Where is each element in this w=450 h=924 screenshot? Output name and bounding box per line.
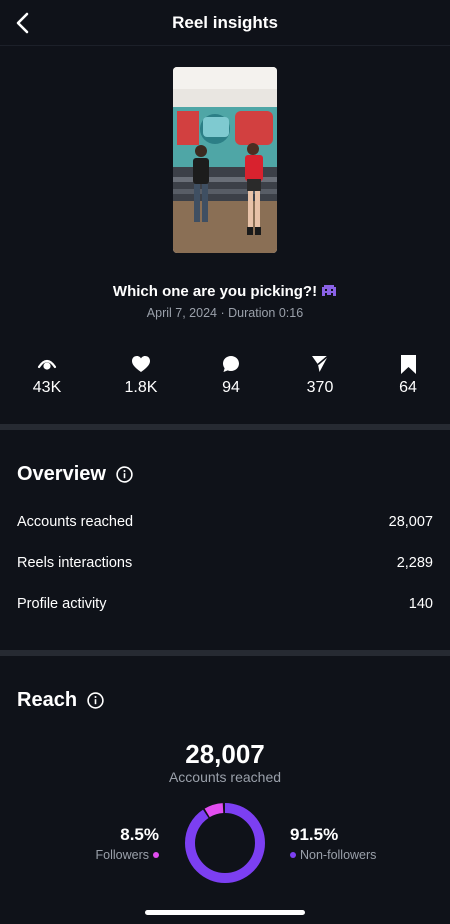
section-divider xyxy=(0,424,450,430)
reel-thumbnail[interactable] xyxy=(173,67,277,253)
non-followers-percent: 91.5% xyxy=(290,825,339,844)
stat-likes-value: 1.8K xyxy=(124,379,158,396)
followers-stat: 8.5% Followers xyxy=(95,825,159,862)
donut-segment-non-followers xyxy=(185,803,265,883)
non-followers-dot xyxy=(290,852,296,858)
stat-views-value: 43K xyxy=(32,379,62,396)
row-value: 28,007 xyxy=(388,514,433,530)
reel-insights-screen: Reel insights Which one are you picking?… xyxy=(0,0,450,924)
followers-legend: Followers xyxy=(95,848,159,862)
reach-title: Reach xyxy=(17,689,78,711)
row-value: 140 xyxy=(408,596,433,612)
section-divider xyxy=(0,650,450,656)
overview-heading: Overview xyxy=(17,463,133,486)
reach-total-label: Accounts reached xyxy=(168,769,282,785)
row-value: 2,289 xyxy=(396,555,433,571)
info-icon[interactable] xyxy=(116,466,133,483)
reel-caption: Which one are you picking?! xyxy=(112,283,318,300)
reach-donut-chart xyxy=(185,803,265,883)
reel-date: April 7, 2024 xyxy=(146,306,217,320)
heart-icon xyxy=(111,354,171,374)
page-title: Reel insights xyxy=(172,13,278,32)
alien-monster-icon xyxy=(321,283,337,303)
reel-meta: April 7, 2024 · Duration 0:16 xyxy=(0,306,450,320)
header: Reel insights xyxy=(0,0,450,46)
non-followers-stat: 91.5% Non-followers xyxy=(290,825,376,862)
stat-comments-value: 94 xyxy=(222,379,240,396)
row-label: Reels interactions xyxy=(17,555,133,571)
eye-icon xyxy=(17,354,77,374)
stat-shares[interactable]: 370 xyxy=(290,354,350,397)
comment-icon xyxy=(201,354,261,374)
followers-percent: 8.5% xyxy=(120,825,159,844)
info-icon[interactable] xyxy=(87,692,104,709)
reach-heading: Reach xyxy=(17,689,104,712)
meta-separator: · xyxy=(220,306,225,320)
stat-saves-value: 64 xyxy=(399,379,417,396)
followers-dot xyxy=(153,852,159,858)
donut-segment-followers xyxy=(185,803,265,883)
stat-views[interactable]: 43K xyxy=(17,354,77,397)
overview-title: Overview xyxy=(17,463,106,485)
home-indicator[interactable] xyxy=(145,910,305,915)
stat-saves[interactable]: 64 xyxy=(378,354,438,397)
send-icon xyxy=(290,354,350,374)
reel-duration: Duration 0:16 xyxy=(228,306,304,320)
overview-row-reels-interactions[interactable]: Reels interactions 2,289 xyxy=(17,552,433,574)
row-label: Accounts reached xyxy=(17,514,134,530)
overview-row-profile-activity[interactable]: Profile activity 140 xyxy=(17,593,433,615)
followers-label: Followers xyxy=(95,848,150,862)
stats-row: 43K 1.8K 94 370 64 xyxy=(0,354,450,400)
row-label: Profile activity xyxy=(17,596,107,612)
reel-thumbnail-image xyxy=(173,67,277,253)
overview-row-accounts-reached[interactable]: Accounts reached 28,007 xyxy=(17,511,433,533)
non-followers-label: Non-followers xyxy=(300,848,377,862)
reel-title: Which one are you picking?! xyxy=(0,283,450,303)
non-followers-legend: Non-followers xyxy=(290,848,376,862)
bookmark-icon xyxy=(378,354,438,374)
stat-comments[interactable]: 94 xyxy=(201,354,261,397)
stat-shares-value: 370 xyxy=(306,379,334,396)
reach-total: 28,007 xyxy=(185,739,265,769)
stat-likes[interactable]: 1.8K xyxy=(111,354,171,397)
